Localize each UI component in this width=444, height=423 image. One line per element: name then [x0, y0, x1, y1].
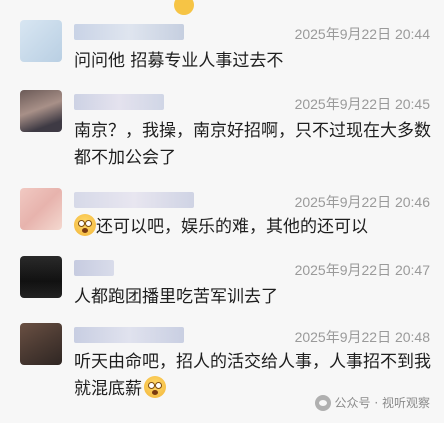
avatar[interactable]	[20, 256, 62, 298]
avatar[interactable]	[20, 20, 62, 62]
comment-text: 还可以吧，娱乐的难，其他的还可以	[74, 214, 434, 241]
nickname-blurred	[74, 24, 184, 40]
comment-timestamp: 2025年9月22日 20:44	[294, 26, 430, 42]
comment-text-body: 听天由命吧，招人的活交给人事，人事招不到我就混底薪	[74, 352, 431, 399]
shocked-face-emoji-icon	[144, 376, 166, 398]
watermark-text: 公众号 · 视听观察	[334, 396, 430, 410]
comment-timestamp: 2025年9月22日 20:47	[294, 262, 430, 278]
comment-item: 2025年9月22日 20:47 人都跑团播里吃苦军训去了	[0, 256, 444, 311]
comment-item: 2025年9月22日 20:45 南京？，我操，南京好招啊，只不过现在大多数都不…	[0, 90, 444, 170]
nickname-blurred	[74, 94, 164, 110]
avatar[interactable]	[20, 90, 62, 132]
comment-timestamp: 2025年9月22日 20:48	[294, 329, 430, 345]
avatar[interactable]	[20, 188, 62, 230]
comment-text: 南京？，我操，南京好招啊，只不过现在大多数都不加公会了	[74, 121, 431, 168]
nickname-blurred	[74, 260, 114, 276]
comment-text: 问问他 招募专业人事过去不	[74, 51, 284, 71]
comment-text: 人都跑团播里吃苦军训去了	[74, 287, 278, 307]
nickname-blurred	[74, 327, 184, 343]
comment-timestamp: 2025年9月22日 20:46	[294, 194, 430, 210]
wechat-watermark: 公众号 · 视听观察	[314, 394, 430, 411]
avatar[interactable]	[20, 323, 62, 365]
previous-comment-text: 我也想这么干	[74, 0, 195, 15]
nickname-blurred	[74, 192, 194, 208]
previous-comment-label: 我也想这么干	[74, 0, 171, 13]
emoji-face-icon	[174, 0, 195, 15]
wechat-official-account-icon	[314, 394, 331, 411]
comment-text-body: 还可以吧，娱乐的难，其他的还可以	[96, 217, 368, 237]
shocked-face-emoji-icon	[74, 214, 96, 236]
comment-item: 2025年9月22日 20:48 听天由命吧，招人的活交给人事，人事招不到我就混…	[0, 323, 444, 403]
comment-item: 2025年9月22日 20:44 问问他 招募专业人事过去不	[0, 20, 444, 75]
comment-timestamp: 2025年9月22日 20:45	[294, 96, 430, 112]
comment-item: 2025年9月22日 20:46 还可以吧，娱乐的难，其他的还可以	[0, 188, 444, 243]
